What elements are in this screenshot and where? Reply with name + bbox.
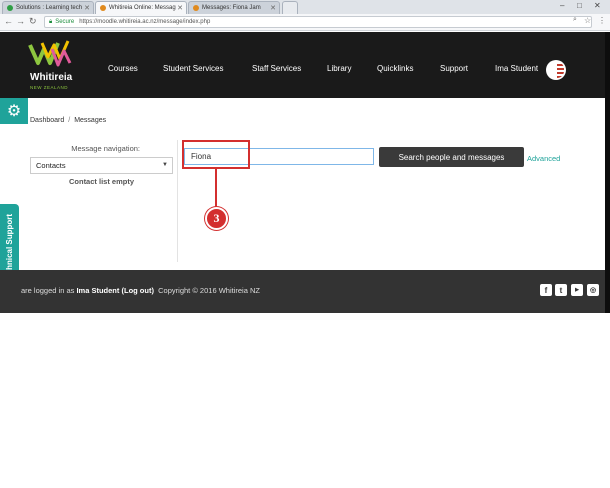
lock-icon: 🔒︎ [49,18,53,25]
nav-staff-services[interactable]: Staff Services [252,64,301,73]
nav-quicklinks[interactable]: Quicklinks [377,64,413,73]
tab-label: Messages: Fiona Jam [202,5,261,11]
nav-library[interactable]: Library [327,64,351,73]
tab-label: Whitireia Online: Messag [109,5,176,11]
close-tab-icon[interactable]: ✕ [270,4,276,12]
panel-divider [177,140,178,262]
bookmark-star-icon[interactable]: ☆ [584,16,591,25]
logo-name: Whitireia [30,72,73,83]
logo-subtitle: NEW ZEALAND [30,85,69,90]
gear-icon[interactable]: ⚙ [0,98,28,124]
logo-mark-icon [28,40,72,67]
footer-prefix: are logged in as [21,286,77,295]
footer-user-link[interactable]: Ima Student [76,286,119,295]
close-tab-icon[interactable]: ✕ [84,4,90,12]
new-tab-button[interactable] [282,1,298,14]
minimize-icon[interactable]: – [560,1,564,10]
contact-list-empty: Contact list empty [68,177,134,186]
footer-copyright: Copyright © 2016 Whitireia NZ [158,286,260,295]
maximize-icon[interactable]: □ [577,1,582,10]
contacts-select-value: Contacts [36,161,66,170]
contacts-select[interactable]: Contacts ▼ [30,157,173,174]
search-people-messages-button[interactable]: Search people and messages [379,147,524,167]
message-navigation-label: Message navigation: [71,144,140,153]
favicon-icon [7,5,13,11]
advanced-link[interactable]: Advanced [527,154,560,163]
menu-icon[interactable]: ⋮ [598,16,606,25]
breadcrumb-dashboard[interactable]: Dashboard [30,117,64,124]
facebook-icon[interactable]: f [540,284,552,296]
avatar[interactable] [546,60,566,80]
whitireia-logo[interactable]: Whitireia NEW ZEALAND [28,39,76,91]
browser-tab-messages[interactable]: Messages: Fiona Jam ✕ [188,1,280,14]
youtube-icon[interactable]: ▶ [571,284,583,296]
browser-tab-whitireia[interactable]: Whitireia Online: Messag ✕ [95,1,187,14]
page-edge [605,32,610,313]
nav-support[interactable]: Support [440,64,468,73]
browser-tab-solutions[interactable]: Solutions : Learning tech ✕ [2,1,94,14]
chevron-down-icon: ▼ [162,162,168,168]
annotation-highlight-box [182,140,250,169]
annotation-connector [215,169,217,208]
tab-label: Solutions : Learning tech [16,5,83,11]
url-text: https://moodle.whitireia.ac.nz/message/i… [79,19,211,25]
close-tab-icon[interactable]: ✕ [177,4,183,12]
reload-icon[interactable]: ↻ [29,16,37,27]
user-name[interactable]: Ima Student [495,64,538,73]
zoom-icon[interactable]: ⌕ [573,16,577,24]
close-window-icon[interactable]: ✕ [594,1,601,10]
url-input[interactable]: 🔒︎ Secure https://moodle.whitireia.ac.nz… [44,16,592,28]
twitter-icon[interactable]: t [555,284,567,296]
nav-student-services[interactable]: Student Services [163,64,223,73]
secure-label: Secure [55,19,75,25]
breadcrumb-messages: Messages [74,117,107,124]
annotation-step-number: 3 [205,207,228,230]
footer-login-info: are logged in as Ima Student (Log out) C… [21,286,260,295]
instagram-icon[interactable]: ◎ [587,284,599,296]
favicon-icon [193,5,199,11]
breadcrumb-separator: / [68,117,71,124]
breadcrumb: Dashboard / Messages [30,117,106,124]
favicon-icon [100,5,106,11]
nav-courses[interactable]: Courses [108,64,138,73]
forward-icon[interactable]: → [16,16,25,26]
back-icon[interactable]: ← [4,16,13,26]
logout-link[interactable]: (Log out) [121,286,153,295]
